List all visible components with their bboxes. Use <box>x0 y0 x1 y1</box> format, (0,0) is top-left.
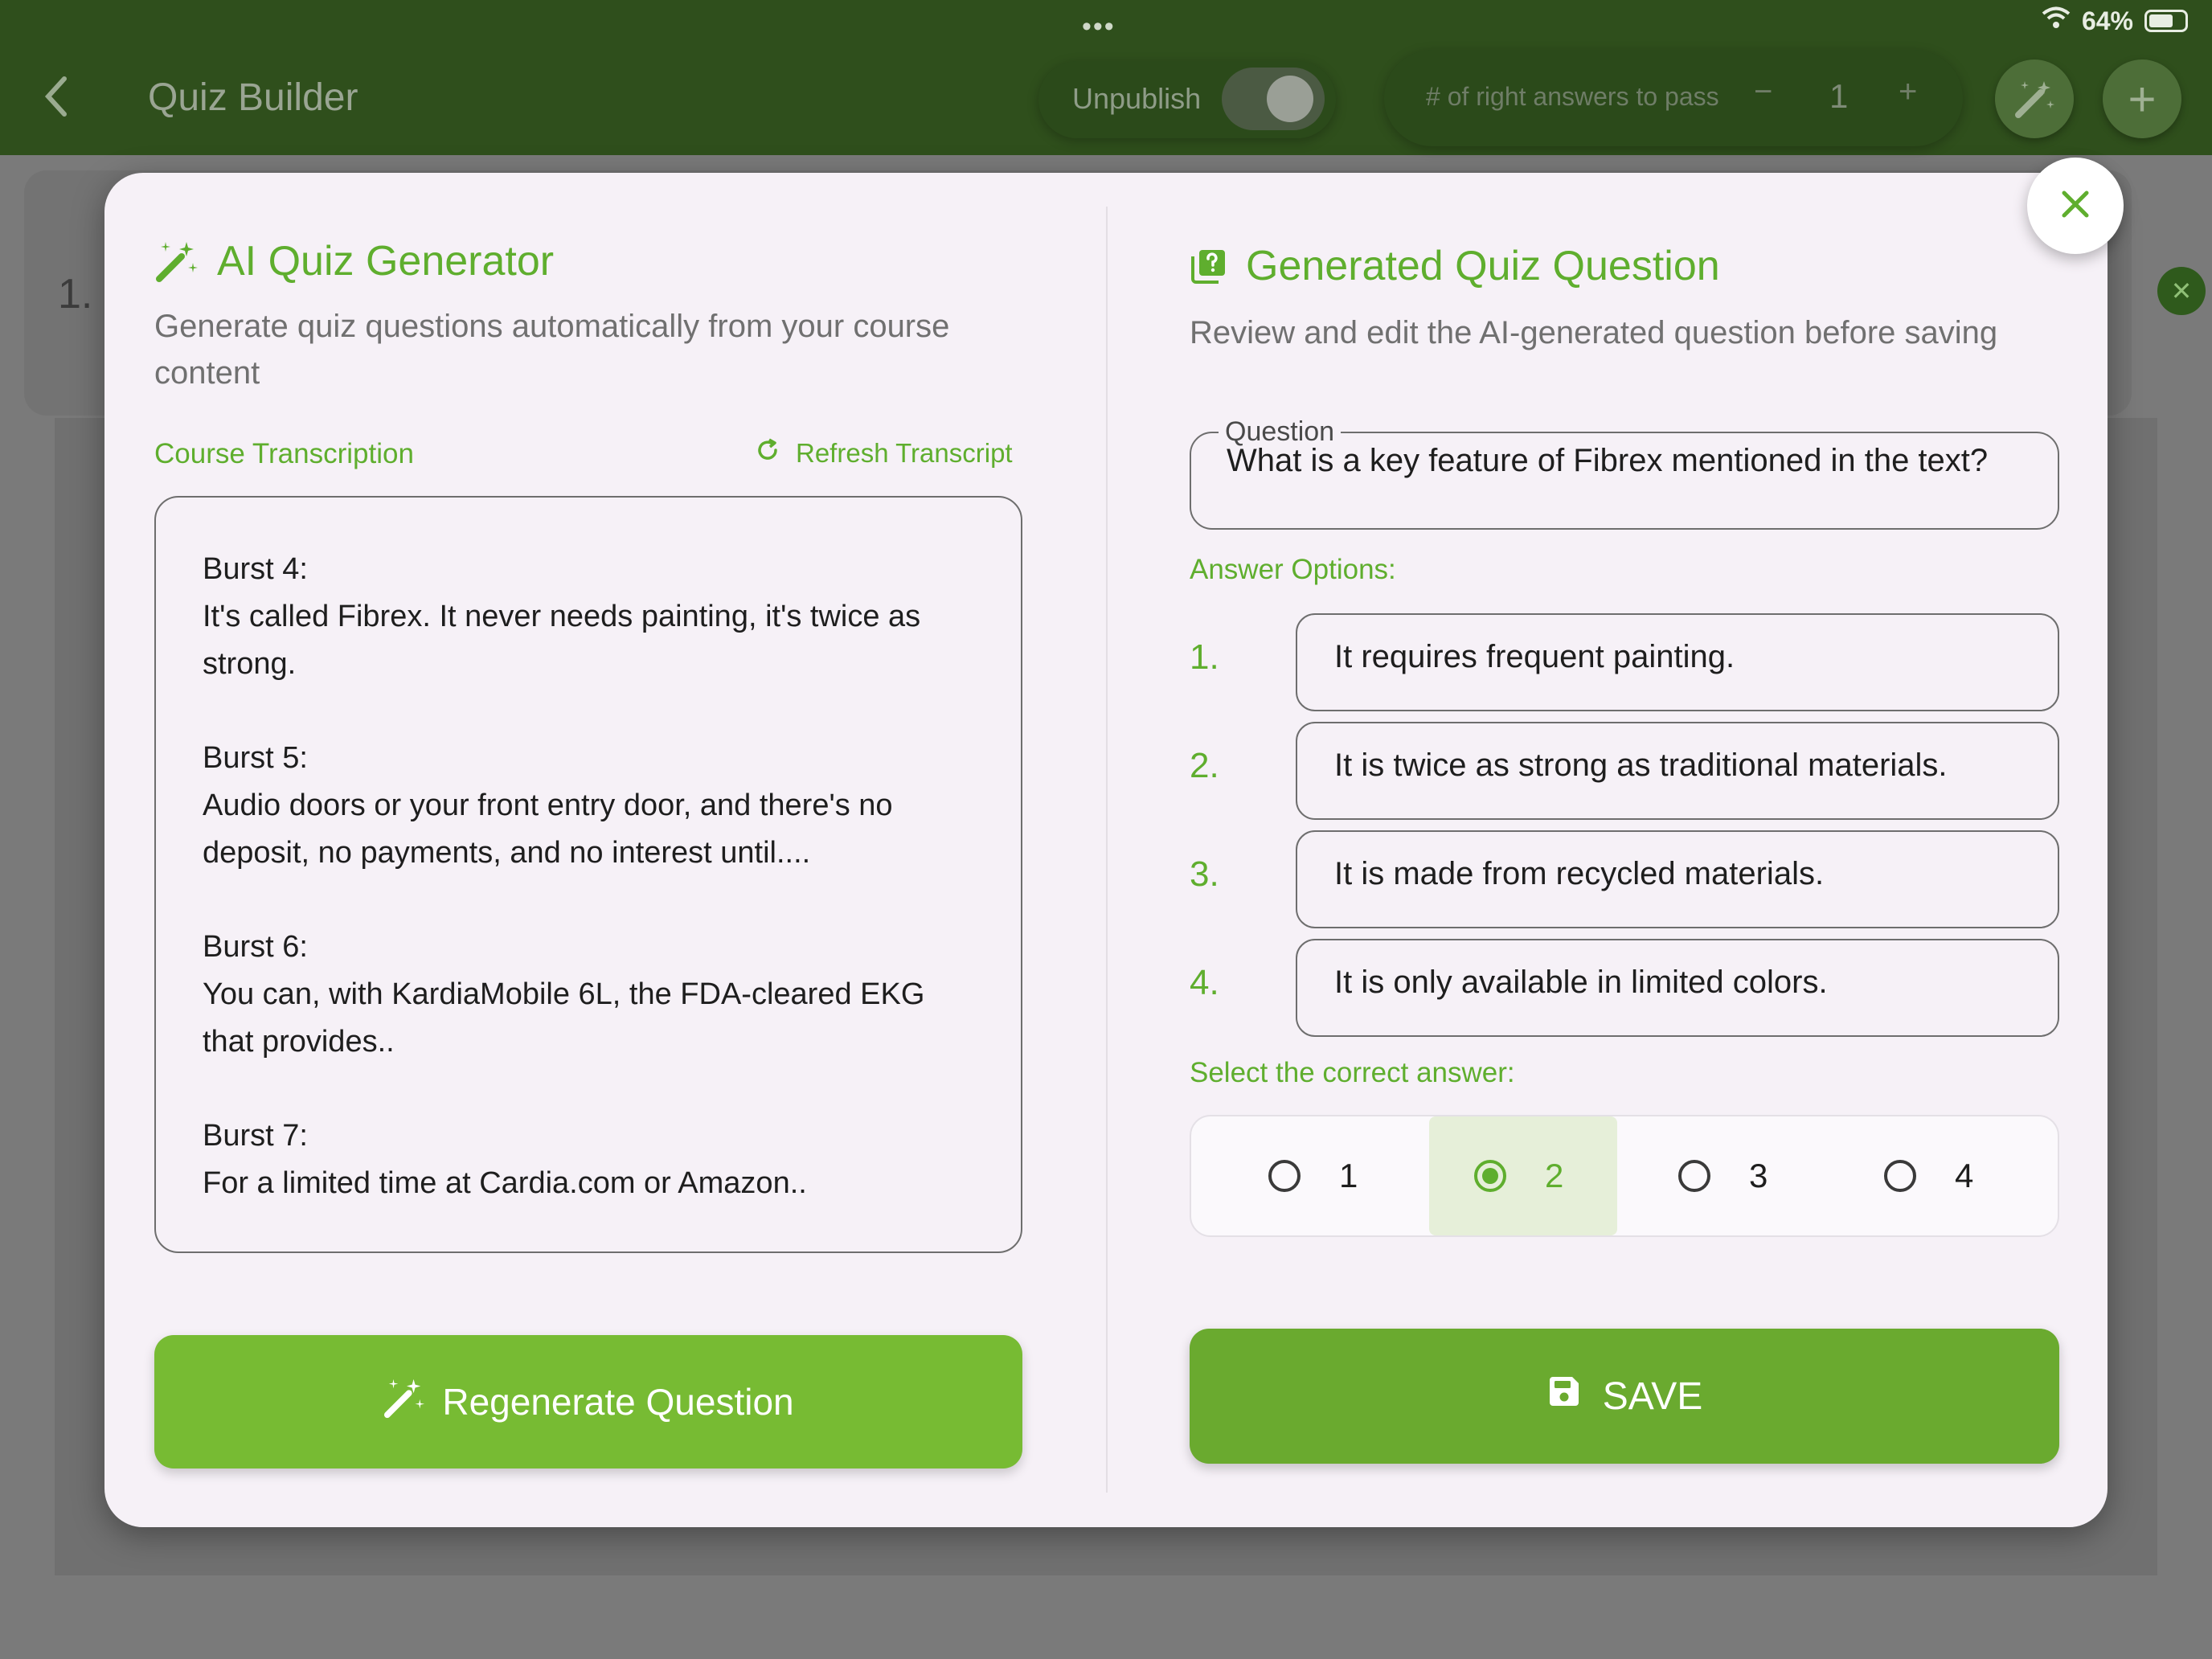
question-field[interactable]: Question What is a key feature of Fibrex… <box>1190 416 2059 530</box>
burst-text: It's called Fibrex. It never needs paint… <box>203 600 921 681</box>
burst-text: Audio doors or your front entry door, an… <box>203 789 893 870</box>
radio-label: 1 <box>1339 1157 1358 1194</box>
app-header: ••• 64% Quiz Builder Unpublish # of righ… <box>0 0 2212 155</box>
generator-title-text: AI Quiz Generator <box>217 238 555 285</box>
status-bar-right: 64% <box>2042 5 2188 37</box>
magic-wand-icon <box>2015 81 2054 118</box>
generated-title: Generated Quiz Question <box>1190 242 1720 290</box>
magic-wand-icon <box>154 239 199 284</box>
answer-option-field[interactable]: It is made from recycled materials. <box>1296 830 2059 928</box>
generator-title: AI Quiz Generator <box>154 237 554 285</box>
option-text: It is made from recycled materials. <box>1334 856 1825 891</box>
regenerate-question-button[interactable]: Regenerate Question <box>154 1335 1022 1469</box>
answer-option: 4. It is only available in limited color… <box>1190 939 2059 1037</box>
battery-percent: 64% <box>2081 6 2133 35</box>
answer-option: 3. It is made from recycled materials. <box>1190 830 2059 928</box>
burst-text: You can, with KardiaMobile 6L, the FDA-c… <box>203 977 925 1059</box>
question-text[interactable]: What is a key feature of Fibrex mentione… <box>1227 436 2017 485</box>
option-text: It is only available in limited colors. <box>1334 965 1828 1000</box>
radio-option-3[interactable]: 3 <box>1678 1116 1839 1235</box>
option-number: 4. <box>1190 963 1219 1002</box>
ai-wand-button[interactable] <box>1995 59 2074 138</box>
select-correct-label: Select the correct answer: <box>1190 1057 1515 1088</box>
panel-divider <box>1106 207 1108 1493</box>
refresh-label: Refresh Transcript <box>796 438 1013 468</box>
burst-title: Burst 4: <box>203 552 308 586</box>
correct-answer-radio-group: 1 2 3 4 <box>1190 1115 2059 1237</box>
ai-quiz-modal: AI Quiz Generator Generate quiz question… <box>104 173 2108 1527</box>
quiz-icon <box>1190 247 1228 285</box>
answer-option: 1. It requires frequent painting. <box>1190 613 2059 711</box>
radio-label: 2 <box>1545 1157 1564 1194</box>
burst-title: Burst 5: <box>203 741 308 775</box>
pass-value: 1 <box>1829 77 1849 115</box>
page-title: Quiz Builder <box>148 76 358 119</box>
burst-title: Burst 6: <box>203 930 308 964</box>
background-close-icon[interactable]: ✕ <box>2157 267 2206 315</box>
generated-title-text: Generated Quiz Question <box>1246 243 1720 289</box>
answer-option-field[interactable]: It requires frequent painting. <box>1296 613 2059 711</box>
unpublish-control: Unpublish <box>1038 61 1336 138</box>
add-button[interactable]: + <box>2103 59 2181 138</box>
transcript-box[interactable]: Burst 4: It's called Fibrex. It never ne… <box>154 496 1022 1253</box>
pass-label: # of right answers to pass <box>1426 82 1719 111</box>
option-text: It is twice as strong as traditional mat… <box>1334 748 1948 783</box>
radio-circle-icon <box>1884 1160 1916 1192</box>
radio-option-2[interactable]: 2 <box>1429 1116 1617 1235</box>
save-icon <box>1546 1374 1582 1419</box>
back-button[interactable] <box>40 72 80 121</box>
increment-button[interactable]: + <box>1899 74 1917 110</box>
burst-title: Burst 7: <box>203 1119 308 1153</box>
multitask-dots: ••• <box>1082 11 1116 42</box>
answer-option: 2. It is twice as strong as traditional … <box>1190 722 2059 820</box>
unpublish-label: Unpublish <box>1072 82 1202 115</box>
option-text: It requires frequent painting. <box>1334 639 1735 674</box>
refresh-transcript-button[interactable]: Refresh Transcript <box>756 438 1013 469</box>
radio-option-4[interactable]: 4 <box>1884 1116 2045 1235</box>
transcript-burst: Burst 6: You can, with KardiaMobile 6L, … <box>203 924 974 1066</box>
answer-option-field[interactable]: It is only available in limited colors. <box>1296 939 2059 1037</box>
generator-subtitle: Generate quiz questions automatically fr… <box>154 309 950 391</box>
save-button[interactable]: SAVE <box>1190 1329 2059 1464</box>
radio-label: 4 <box>1955 1157 1974 1194</box>
wifi-icon <box>2042 6 2071 36</box>
pass-threshold-control: # of right answers to pass − 1 + <box>1384 50 1963 146</box>
close-modal-button[interactable] <box>2027 158 2124 254</box>
transcript-burst: Burst 5: Audio doors or your front entry… <box>203 735 974 877</box>
option-number: 1. <box>1190 637 1219 677</box>
generated-subtitle: Review and edit the AI-generated questio… <box>1190 315 1998 350</box>
transcription-label: Course Transcription <box>154 438 414 469</box>
answer-options-label: Answer Options: <box>1190 554 1396 585</box>
radio-circle-icon <box>1678 1160 1710 1192</box>
option-number: 3. <box>1190 854 1219 894</box>
radio-label: 3 <box>1749 1157 1768 1194</box>
radio-circle-icon <box>1268 1160 1301 1192</box>
toggle-knob <box>1267 76 1313 122</box>
save-label: SAVE <box>1602 1374 1703 1418</box>
answer-option-field[interactable]: It is twice as strong as traditional mat… <box>1296 722 2059 820</box>
publish-toggle[interactable] <box>1222 68 1325 130</box>
radio-option-1[interactable]: 1 <box>1268 1116 1429 1235</box>
regenerate-label: Regenerate Question <box>442 1381 794 1423</box>
decrement-button[interactable]: − <box>1754 74 1772 110</box>
battery-icon <box>2144 10 2188 32</box>
transcript-burst: Burst 7: For a limited time at Cardia.co… <box>203 1112 974 1207</box>
burst-text: For a limited time at Cardia.com or Amaz… <box>203 1166 807 1200</box>
magic-wand-icon <box>383 1376 426 1428</box>
transcript-burst: Burst 4: It's called Fibrex. It never ne… <box>203 546 974 688</box>
radio-selected-icon <box>1474 1160 1506 1192</box>
close-icon <box>2058 186 2093 226</box>
refresh-icon <box>756 438 780 469</box>
background-question-number: 1. <box>58 271 93 317</box>
option-number: 2. <box>1190 746 1219 785</box>
